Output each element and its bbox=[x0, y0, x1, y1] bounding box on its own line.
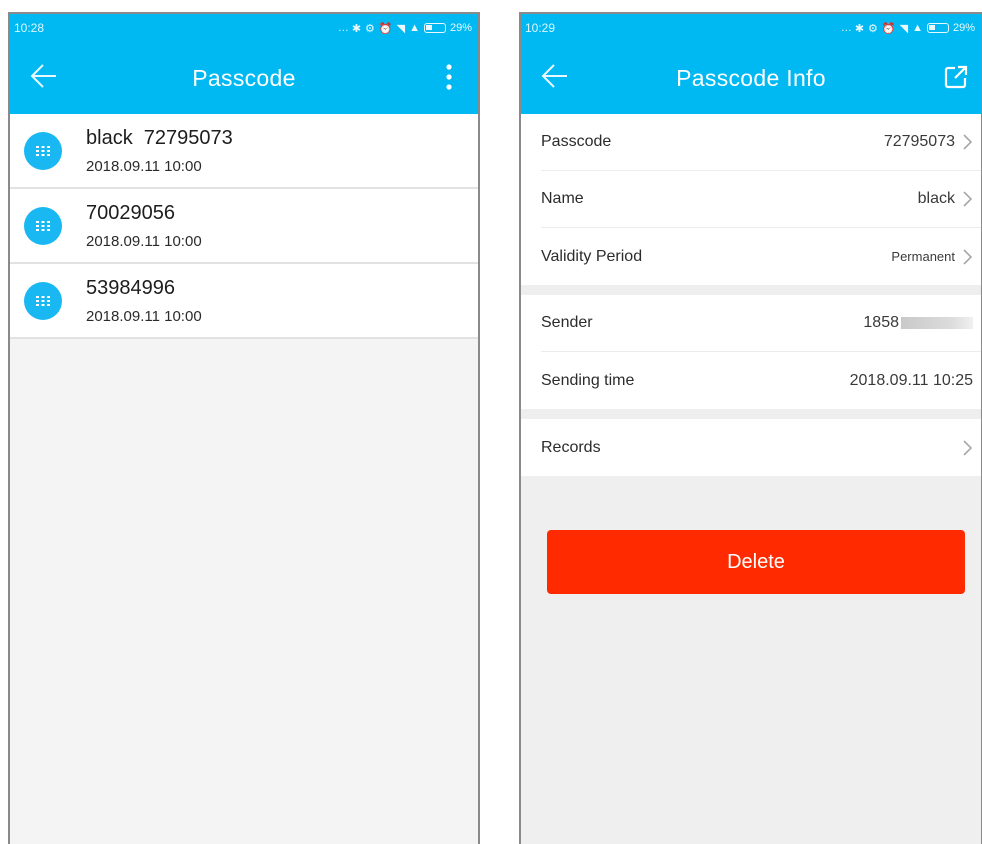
list-item[interactable]: 53984996 2018.09.11 10:00 bbox=[10, 264, 478, 339]
back-arrow-icon[interactable] bbox=[28, 60, 60, 92]
chevron-right-icon bbox=[963, 439, 973, 456]
row-value: black bbox=[918, 190, 973, 208]
keypad-icon bbox=[24, 281, 62, 320]
sending-time-row: Sending time 2018.09.11 10:25 bbox=[541, 352, 981, 409]
row-label: Validity Period bbox=[541, 247, 643, 265]
app-bar: Passcode Info bbox=[521, 42, 981, 114]
status-icons: … ✱ ⚙ ⏰ ◥ ▲ 29% bbox=[337, 22, 472, 35]
keypad-icon bbox=[24, 206, 62, 245]
passcode-row[interactable]: Passcode 72795073 bbox=[541, 114, 981, 171]
status-bar: 10:28 … ✱ ⚙ ⏰ ◥ ▲ 29% bbox=[10, 14, 478, 42]
name-value: black bbox=[917, 190, 955, 207]
chevron-right-icon bbox=[963, 248, 973, 265]
status-time: 10:29 bbox=[525, 21, 556, 35]
passcode-title: 70029056 bbox=[86, 201, 175, 224]
redacted-block bbox=[901, 317, 973, 329]
records-group: Records bbox=[521, 419, 981, 476]
passcode-info-screen: 10:29 … ✱ ⚙ ⏰ ◥ ▲ 29% Passcode Info Passcode … bbox=[519, 12, 982, 844]
page-title: Passcode Info bbox=[676, 64, 826, 91]
keypad-icon bbox=[24, 131, 62, 170]
sender-group: Sender 1858 Sending time 2018.09.11 10:2… bbox=[521, 295, 981, 409]
row-label: Passcode bbox=[541, 133, 612, 150]
battery-icon bbox=[423, 23, 446, 33]
passcode-date: 2018.09.11 10:00 bbox=[86, 307, 202, 325]
row-value: Permanent bbox=[891, 248, 973, 266]
row-value: 72795073 bbox=[884, 133, 973, 151]
chevron-right-icon bbox=[963, 134, 973, 150]
validity-row[interactable]: Validity Period Permanent bbox=[541, 228, 981, 285]
battery-level: 29% bbox=[449, 22, 472, 34]
sender-row: Sender 1858 bbox=[541, 295, 981, 352]
app-bar: Passcode bbox=[10, 42, 478, 114]
row-label: Name bbox=[541, 190, 584, 207]
passcode-value: 72795073 bbox=[883, 133, 955, 150]
name-row[interactable]: Name black bbox=[541, 171, 981, 228]
row-value: 1858 bbox=[863, 314, 973, 332]
row-label: Records bbox=[541, 438, 601, 456]
back-arrow-icon[interactable] bbox=[539, 60, 571, 92]
list-item[interactable]: 70029056 2018.09.11 10:00 bbox=[10, 189, 478, 264]
info-group: Passcode 72795073 Name black Validity Pe… bbox=[521, 114, 981, 285]
battery-icon bbox=[926, 23, 949, 33]
list-item[interactable]: black 72795073 2018.09.11 10:00 bbox=[10, 114, 478, 189]
passcode-date: 2018.09.11 10:00 bbox=[86, 157, 202, 175]
passcode-date: 2018.09.11 10:00 bbox=[86, 232, 202, 250]
status-bar: 10:29 … ✱ ⚙ ⏰ ◥ ▲ 29% bbox=[521, 14, 981, 42]
validity-value: Permanent bbox=[891, 249, 955, 264]
chevron-right-icon bbox=[963, 191, 973, 207]
row-label: Sender bbox=[541, 314, 593, 331]
more-vert-icon[interactable] bbox=[442, 62, 456, 92]
status-time: 10:28 bbox=[14, 21, 45, 35]
delete-button[interactable]: Delete bbox=[547, 530, 965, 594]
row-label: Sending time bbox=[541, 371, 635, 389]
status-icons: … ✱ ⚙ ⏰ ◥ ▲ 29% bbox=[840, 22, 975, 35]
records-row[interactable]: Records bbox=[541, 419, 981, 476]
passcode-list: black 72795073 2018.09.11 10:00 70029056… bbox=[10, 114, 478, 339]
sender-value: 1858 bbox=[863, 314, 899, 331]
share-icon[interactable] bbox=[943, 64, 969, 90]
passcode-title: black 72795073 bbox=[86, 126, 233, 149]
battery-level: 29% bbox=[952, 22, 975, 34]
passcode-list-screen: 10:28 … ✱ ⚙ ⏰ ◥ ▲ 29% Passcode black 72795073… bbox=[8, 12, 480, 844]
page-title: Passcode bbox=[192, 64, 296, 91]
passcode-title: 53984996 bbox=[86, 276, 175, 299]
sending-time-value: 2018.09.11 10:25 bbox=[849, 371, 973, 389]
